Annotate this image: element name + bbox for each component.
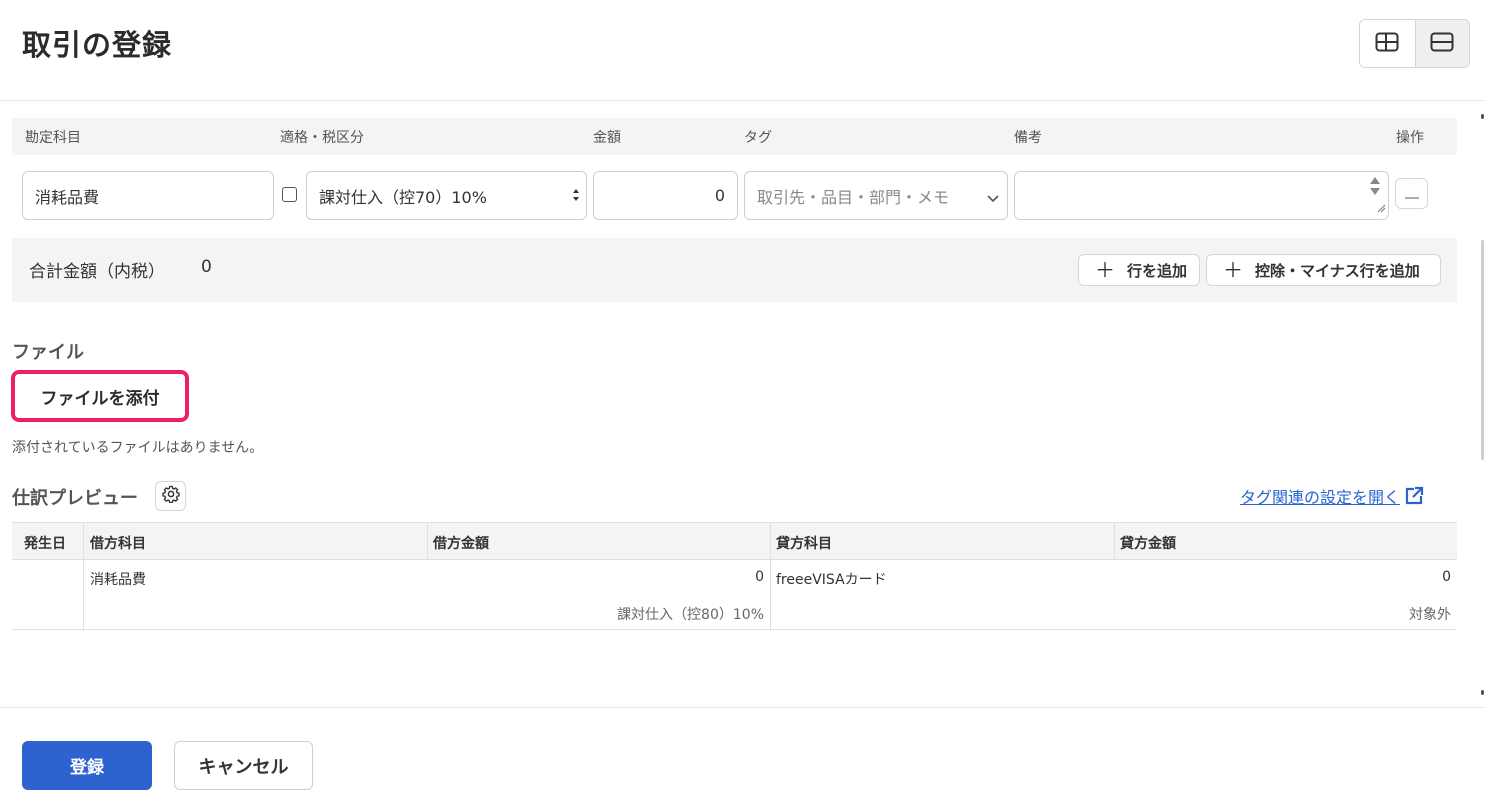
preview-settings-button[interactable] <box>155 481 186 511</box>
tag-settings-link[interactable]: タグ関連の設定を開く <box>1240 484 1424 508</box>
add-deduction-row-button[interactable]: ＋ 控除・マイナス行を追加 <box>1206 254 1441 286</box>
cancel-label: キャンセル <box>198 756 289 778</box>
entry-column-headers: 勘定科目 適格・税区分 金額 タグ 備考 操作 <box>12 118 1457 155</box>
preview-debit-account: 消耗品費 <box>90 572 146 588</box>
preview-table-header: 発生日 借方科目 借方金額 貸方科目 貸方金額 <box>12 523 1457 560</box>
column-tax: 適格・税区分 <box>280 130 364 146</box>
total-band: 合計金額（内税） 0 ＋ 行を追加 ＋ 控除・マイナス行を追加 <box>12 238 1457 302</box>
add-row-label: 行を追加 <box>1127 261 1188 280</box>
header-credit-account: 貸方科目 <box>776 536 832 552</box>
header-date: 発生日 <box>24 536 66 552</box>
qualified-invoice-checkbox[interactable] <box>282 187 297 202</box>
account-value: 消耗品費 <box>35 187 100 207</box>
preview-section-title: 仕訳プレビュー <box>12 488 138 509</box>
tag-select[interactable]: 取引先・品目・部門・メモ <box>744 171 1008 220</box>
external-link-icon <box>1404 486 1424 506</box>
split-layout-icon <box>1375 32 1399 56</box>
journal-preview-table: 発生日 借方科目 借方金額 貸方科目 貸方金額 消耗品費 0 課対仕入（控80）… <box>12 522 1457 631</box>
select-arrows-icon <box>572 187 580 207</box>
tax-category-value: 課対仕入（控70）10% <box>319 187 487 207</box>
scroll-down-indicator[interactable] <box>1481 690 1484 695</box>
submit-label: 登録 <box>70 758 104 778</box>
gear-icon <box>161 485 180 507</box>
total-value: 0 <box>201 257 212 277</box>
stacked-layout-button[interactable] <box>1414 20 1469 67</box>
amount-value: 0 <box>714 186 725 205</box>
preview-debit-amount: 0 <box>755 569 764 585</box>
account-input[interactable]: 消耗品費 <box>22 171 274 220</box>
plus-icon: ＋ <box>1223 258 1243 282</box>
attach-file-button[interactable]: ファイルを添付 <box>11 370 189 422</box>
note-textarea[interactable] <box>1014 171 1389 220</box>
attach-file-label: ファイルを添付 <box>40 388 160 409</box>
total-label: 合計金額（内税） <box>29 262 165 282</box>
column-divider <box>427 523 428 560</box>
tag-settings-label: タグ関連の設定を開く <box>1240 488 1401 507</box>
scrollbar-thumb[interactable] <box>1481 240 1484 460</box>
page-title: 取引の登録 <box>22 28 173 62</box>
column-divider <box>1114 523 1115 560</box>
remove-row-button[interactable] <box>1395 178 1428 209</box>
scroll-up-indicator[interactable] <box>1481 114 1484 119</box>
page-header: 取引の登録 <box>0 0 1485 101</box>
files-section-title: ファイル <box>12 342 84 363</box>
preview-credit-amount: 0 <box>1442 569 1451 585</box>
add-deduction-label: 控除・マイナス行を追加 <box>1255 261 1420 280</box>
chevron-down-icon <box>987 189 999 208</box>
preview-debit-tax: 課対仕入（控80）10% <box>617 607 764 623</box>
stacked-layout-icon <box>1430 32 1454 56</box>
column-divider <box>770 523 771 631</box>
column-amount: 金額 <box>593 130 621 146</box>
layout-toggle <box>1359 19 1470 68</box>
column-divider <box>83 523 84 631</box>
column-action: 操作 <box>1396 130 1424 146</box>
plus-icon: ＋ <box>1095 258 1115 282</box>
header-debit-amount: 借方金額 <box>433 536 489 552</box>
tag-placeholder: 取引先・品目・部門・メモ <box>757 187 950 207</box>
column-note: 備考 <box>1014 130 1042 146</box>
header-credit-amount: 貸方金額 <box>1120 536 1176 552</box>
column-account: 勘定科目 <box>25 130 81 146</box>
cancel-button[interactable]: キャンセル <box>174 741 313 790</box>
split-layout-button[interactable] <box>1360 20 1415 67</box>
add-row-button[interactable]: ＋ 行を追加 <box>1078 254 1200 286</box>
tax-category-select[interactable]: 課対仕入（控70）10% <box>306 171 587 220</box>
preview-credit-account: freeeVISAカード <box>776 572 887 588</box>
column-tag: タグ <box>744 130 772 146</box>
amount-input[interactable]: 0 <box>593 171 738 220</box>
no-file-message: 添付されているファイルはありません。 <box>12 440 264 456</box>
resize-handle-icon[interactable] <box>1376 198 1386 217</box>
preview-credit-tax: 対象外 <box>1409 607 1451 623</box>
submit-button[interactable]: 登録 <box>22 741 152 790</box>
header-debit-account: 借方科目 <box>90 536 146 552</box>
minus-icon <box>1404 184 1419 203</box>
form-footer: 登録 キャンセル <box>0 707 1485 812</box>
